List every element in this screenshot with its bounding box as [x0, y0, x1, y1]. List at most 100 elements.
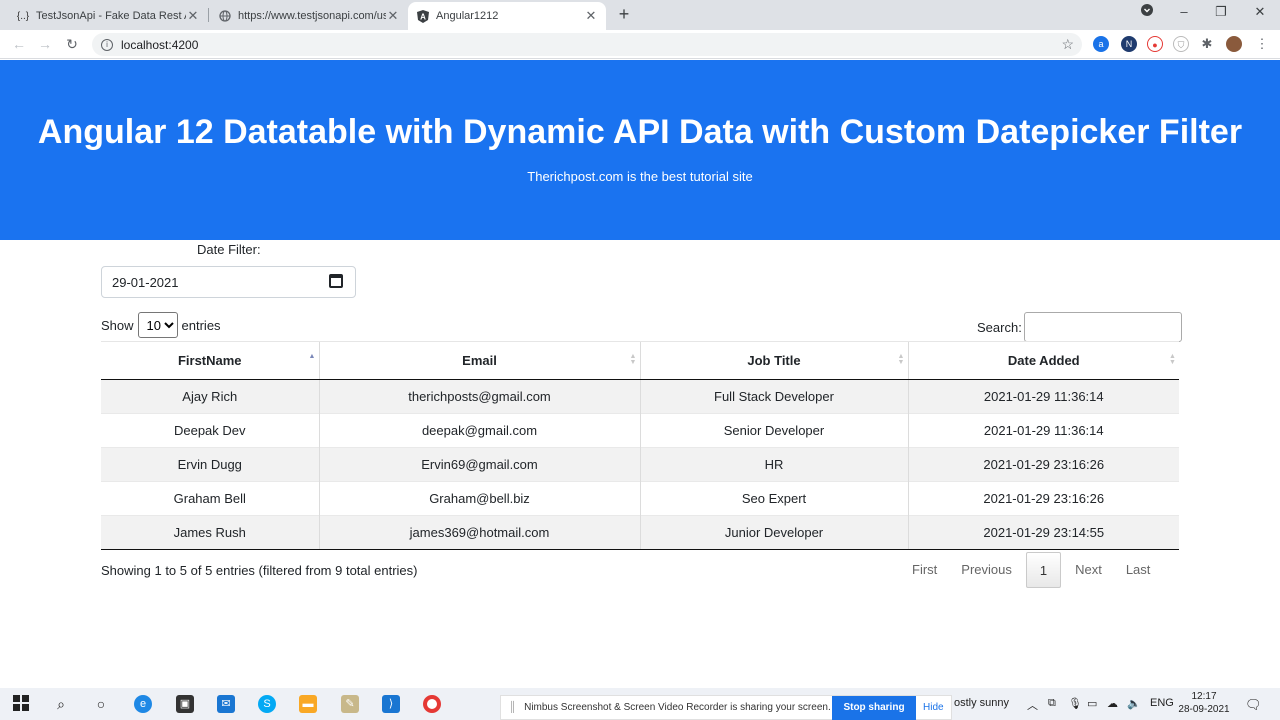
browser-toolbar: ← → ↻ i localhost:4200 ☆ a N ● ⛉ ✱ ⋮ — [0, 30, 1280, 59]
avatar[interactable] — [1226, 36, 1242, 52]
extension-icon[interactable]: N — [1121, 36, 1137, 52]
page-length-control: Show 10 entries — [101, 312, 221, 338]
restore-icon[interactable]: ❐ — [1211, 4, 1231, 20]
new-tab-icon[interactable]: + — [614, 4, 634, 24]
search-input[interactable] — [1023, 312, 1182, 342]
volume-icon[interactable]: 🔈 — [1127, 697, 1141, 710]
hero-banner: Angular 12 Datatable with Dynamic API Da… — [0, 60, 1280, 240]
close-window-icon[interactable]: ✕ — [1250, 4, 1270, 20]
tray-app-icon[interactable]: ⧉ — [1048, 697, 1056, 710]
close-tab-icon[interactable]: ✕ — [584, 8, 598, 24]
drag-handle-icon[interactable]: ║ — [509, 702, 516, 713]
stop-sharing-button[interactable]: Stop sharing — [832, 696, 916, 720]
globe-icon — [218, 9, 232, 23]
tab-testjsonapi-users[interactable]: https://www.testjsonapi.com/users ✕ — [210, 2, 408, 30]
search-icon[interactable]: ⌕ — [52, 695, 70, 713]
cell-firstname: Graham Bell — [101, 481, 319, 516]
clock-time: 12:17 — [1191, 691, 1217, 702]
minimize-icon[interactable]: – — [1174, 4, 1194, 19]
angular-icon: A — [416, 9, 430, 23]
tab-search-icon[interactable] — [1137, 4, 1157, 19]
tab-angular1212[interactable]: A Angular1212 ✕ — [408, 2, 606, 30]
store-icon[interactable]: ▣ — [176, 695, 194, 713]
last-page-button[interactable]: Last — [1114, 552, 1163, 588]
shield-icon[interactable]: ⛉ — [1173, 36, 1189, 52]
table-row: Ervin Dugg Ervin69@gmail.com HR 2021-01-… — [101, 447, 1179, 482]
info-icon[interactable]: i — [101, 38, 113, 51]
sort-icon: ▲ ▼ — [897, 353, 905, 366]
chrome-icon[interactable] — [423, 695, 441, 713]
cell-firstname: Ajay Rich — [101, 379, 319, 414]
entries-label: entries — [181, 317, 221, 333]
table-row: Deepak Dev deepak@gmail.com Senior Devel… — [101, 413, 1179, 448]
cell-date-added: 2021-01-29 11:36:14 — [907, 379, 1179, 414]
table-row: Graham Bell Graham@bell.biz Seo Expert 2… — [101, 481, 1179, 516]
table-header-row: FirstName ▲ Email ▲ ▼ Job Title ▲ ▼ Date A… — [101, 341, 1179, 380]
tab-title: Angular1212 — [436, 10, 499, 22]
close-tab-icon[interactable]: ✕ — [386, 8, 400, 24]
column-header-email[interactable]: Email ▲ ▼ — [318, 341, 640, 380]
cortana-icon[interactable]: ○ — [92, 695, 110, 713]
extension-icon[interactable]: a — [1093, 36, 1109, 52]
weather-text[interactable]: ostly sunny — [954, 697, 1009, 709]
vscode-icon[interactable]: ⟩ — [382, 695, 400, 713]
skype-icon[interactable]: S — [258, 695, 276, 713]
address-bar[interactable]: i localhost:4200 ☆ — [92, 33, 1082, 56]
network-icon[interactable]: ☁ — [1107, 697, 1118, 710]
language-indicator[interactable]: ENG — [1150, 697, 1174, 709]
windows-start-icon[interactable] — [12, 695, 30, 713]
calendar-icon[interactable] — [329, 274, 343, 288]
browser-tab-bar: {..} TestJsonApi - Fake Data Rest API ✕ … — [0, 0, 1280, 30]
forward-icon[interactable]: → — [36, 35, 54, 53]
column-header-label: Email — [462, 353, 497, 368]
edge-icon[interactable]: e — [134, 695, 152, 713]
menu-icon[interactable]: ⋮ — [1254, 36, 1270, 52]
close-tab-icon[interactable]: ✕ — [186, 8, 200, 24]
data-table: FirstName ▲ Email ▲ ▼ Job Title ▲ ▼ Date A… — [101, 341, 1179, 550]
date-filter-input[interactable]: 29-01-2021 — [101, 266, 356, 298]
reload-icon[interactable]: ↻ — [63, 35, 81, 53]
cell-job-title: Seo Expert — [639, 481, 908, 516]
page-1-button[interactable]: 1 — [1025, 552, 1062, 588]
first-page-button[interactable]: First — [900, 552, 949, 588]
cell-firstname: Ervin Dugg — [101, 447, 319, 482]
cell-job-title: Full Stack Developer — [639, 379, 908, 414]
next-page-button[interactable]: Next — [1063, 552, 1114, 588]
cell-date-added: 2021-01-29 11:36:14 — [907, 413, 1179, 448]
tab-testjsonapi[interactable]: {..} TestJsonApi - Fake Data Rest API ✕ — [8, 2, 208, 30]
back-icon[interactable]: ← — [10, 35, 28, 53]
column-header-firstname[interactable]: FirstName ▲ — [101, 341, 319, 380]
table-search: Search: — [977, 312, 1182, 342]
tab-title: https://www.testjsonapi.com/users — [238, 10, 386, 22]
tray-chevron-icon[interactable]: ︿ — [1027, 697, 1038, 713]
column-header-job-title[interactable]: Job Title ▲ ▼ — [639, 341, 908, 380]
svg-text:A: A — [420, 12, 426, 21]
show-label: Show — [101, 317, 134, 333]
page-subtitle: Therichpost.com is the best tutorial sit… — [527, 169, 753, 184]
battery-icon[interactable]: ▭ — [1087, 697, 1097, 710]
date-filter-value: 29-01-2021 — [112, 274, 179, 290]
column-header-label: FirstName — [177, 353, 242, 368]
cell-date-added: 2021-01-29 23:16:26 — [907, 481, 1179, 516]
cell-email: deepak@gmail.com — [318, 413, 640, 448]
bookmark-star-icon[interactable]: ☆ — [1061, 36, 1074, 53]
hide-button[interactable]: Hide — [923, 702, 944, 713]
screen-share-notification: ║ Nimbus Screenshot & Screen Video Recor… — [500, 695, 952, 720]
microphone-icon[interactable]: 🎙 — [1068, 697, 1082, 710]
cell-date-added: 2021-01-29 23:14:55 — [907, 515, 1179, 550]
address-text: localhost:4200 — [121, 37, 199, 52]
previous-page-button[interactable]: Previous — [949, 552, 1024, 588]
file-explorer-icon[interactable]: ▬ — [299, 695, 317, 713]
table-row: James Rush james369@hotmail.com Junior D… — [101, 515, 1179, 550]
page-length-select[interactable]: 10 — [137, 312, 178, 338]
puzzle-icon[interactable]: ✱ — [1199, 36, 1215, 52]
cell-email: therichposts@gmail.com — [318, 379, 640, 414]
table-row: Ajay Rich therichposts@gmail.com Full St… — [101, 379, 1179, 414]
mail-icon[interactable]: ✉ — [217, 695, 235, 713]
column-header-date-added[interactable]: Date Added ▲ ▼ — [907, 341, 1179, 380]
notification-icon[interactable]: 🗨 — [1245, 697, 1262, 713]
record-extension-icon[interactable]: ● — [1147, 36, 1163, 52]
notepad-icon[interactable]: ✎ — [341, 695, 359, 713]
cell-firstname: James Rush — [101, 515, 319, 550]
clock[interactable]: 12:17 28-09-2021 — [1176, 690, 1232, 716]
